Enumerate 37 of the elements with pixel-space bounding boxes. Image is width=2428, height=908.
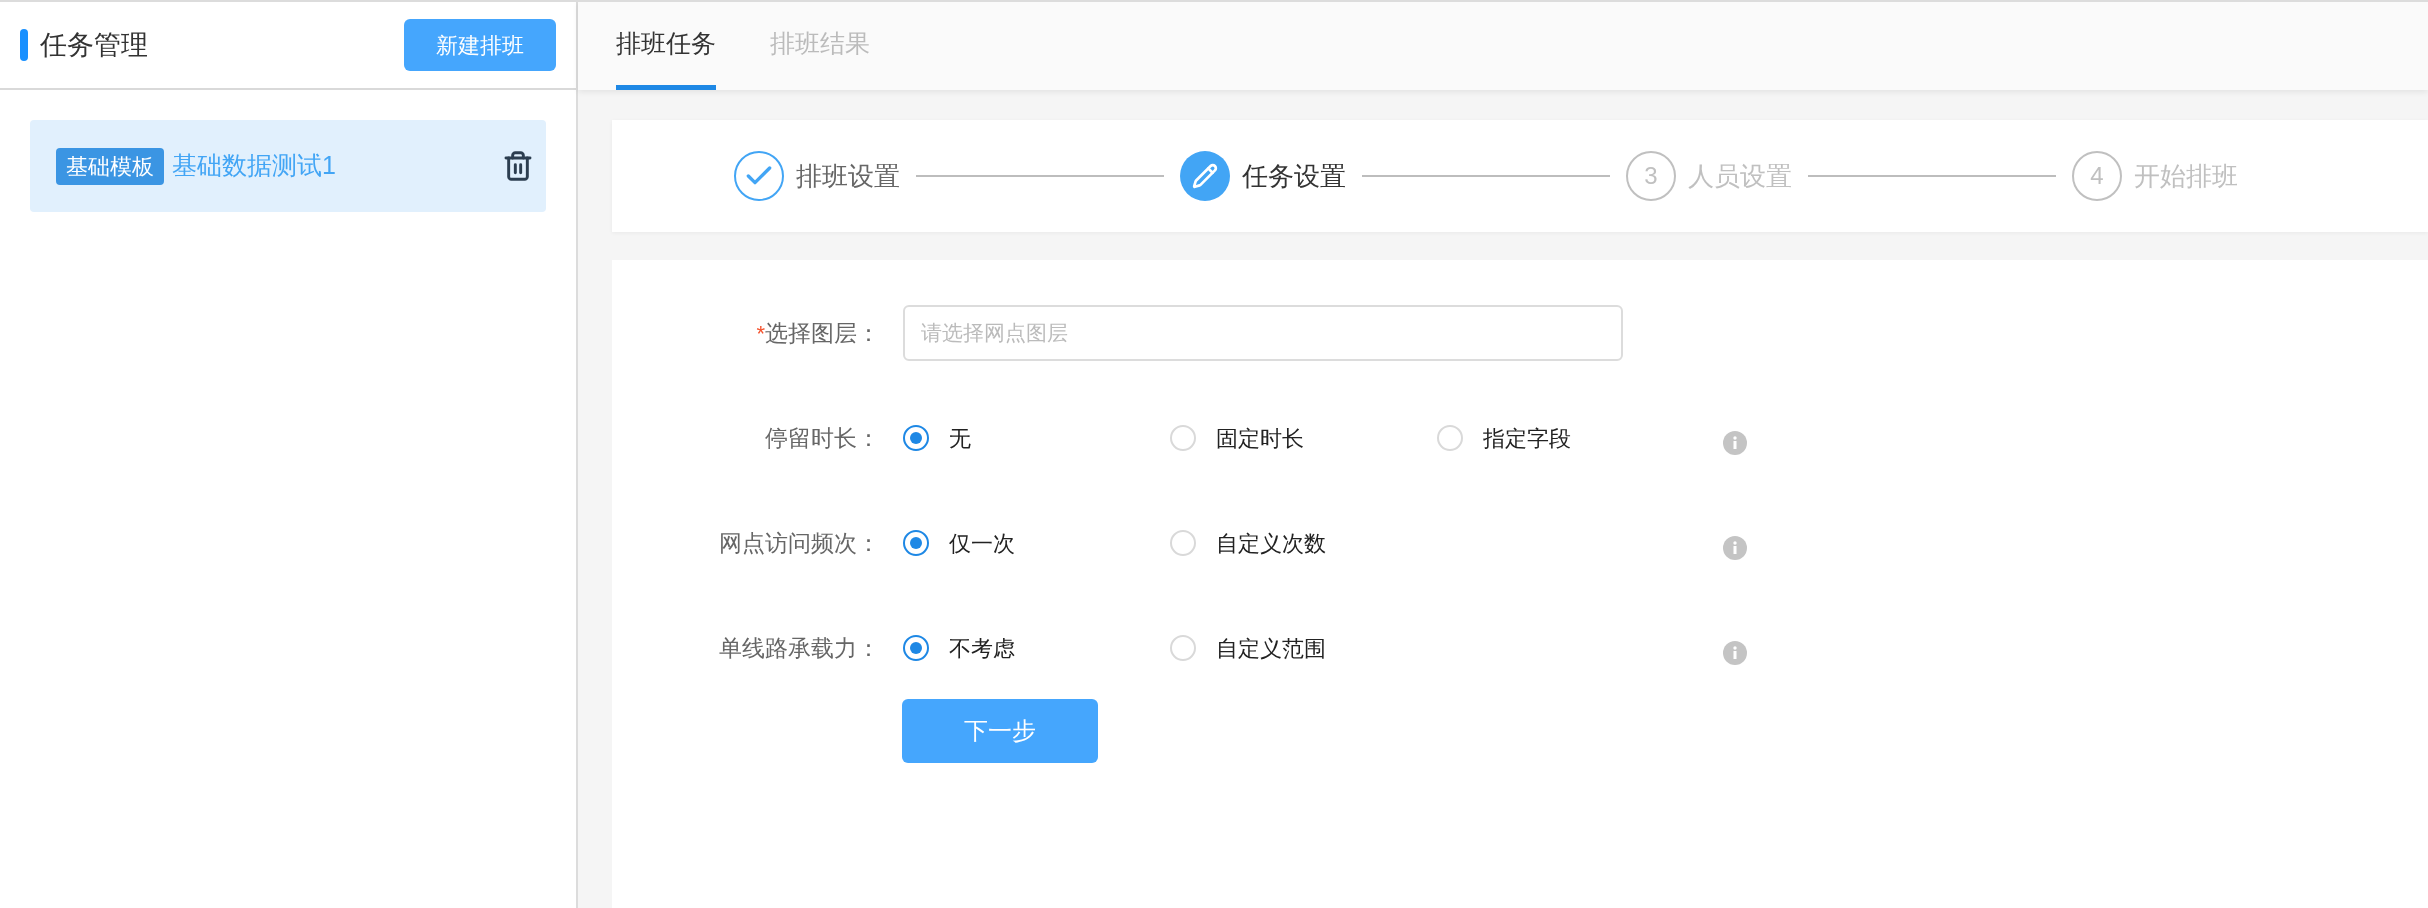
sidebar-title: 任务管理 <box>40 28 148 62</box>
info-icon[interactable] <box>1723 641 1747 665</box>
check-icon <box>734 151 784 201</box>
task-name: 基础数据测试1 <box>172 150 336 182</box>
task-item[interactable]: 基础模板 基础数据测试1 <box>30 120 546 212</box>
field-label: 单线路承载力： <box>719 633 880 663</box>
info-icon[interactable] <box>1723 536 1747 560</box>
step-label: 任务设置 <box>1242 159 1346 193</box>
radio-button[interactable] <box>903 530 929 556</box>
radio-button[interactable] <box>903 425 929 451</box>
pencil-icon <box>1180 151 1230 201</box>
radio-label: 不考虑 <box>949 634 1015 663</box>
radio-label: 仅一次 <box>949 529 1015 558</box>
next-button[interactable]: 下一步 <box>902 699 1098 763</box>
new-schedule-button[interactable]: 新建排班 <box>404 19 556 71</box>
radio-label: 指定字段 <box>1483 424 1571 453</box>
field-label: 选择图层： <box>765 318 880 348</box>
step-label: 开始排班 <box>2134 159 2238 193</box>
layer-select[interactable]: 请选择网点图层 <box>903 305 1623 361</box>
delete-icon[interactable] <box>502 150 534 182</box>
step-label: 排班设置 <box>796 159 900 193</box>
tab[interactable]: 排班结果 <box>770 2 870 90</box>
field-label: 网点访问频次： <box>719 528 880 558</box>
radio-label: 无 <box>949 424 971 453</box>
radio-label: 自定义次数 <box>1216 529 1326 558</box>
template-tag: 基础模板 <box>56 147 164 185</box>
radio-label: 固定时长 <box>1216 424 1304 453</box>
field-label: 停留时长： <box>765 423 880 453</box>
radio-label: 自定义范围 <box>1216 634 1326 663</box>
step-label: 人员设置 <box>1688 159 1792 193</box>
step-number: 3 <box>1626 151 1676 201</box>
tab[interactable]: 排班任务 <box>616 2 716 90</box>
accent-bar <box>20 29 28 61</box>
step-number: 4 <box>2072 151 2122 201</box>
radio-button[interactable] <box>903 635 929 661</box>
required-mark: * <box>756 319 765 348</box>
info-icon[interactable] <box>1723 431 1747 455</box>
